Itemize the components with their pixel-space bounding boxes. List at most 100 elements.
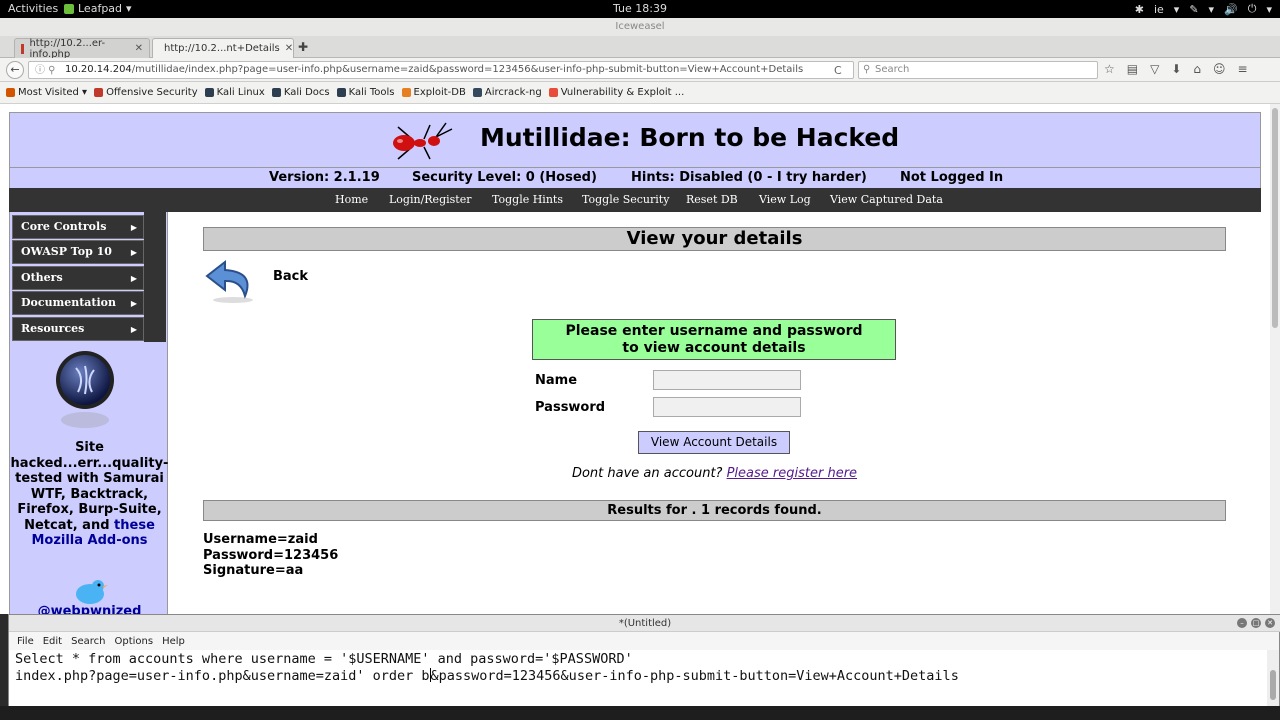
sidebar-item-others[interactable]: Others ▶ (12, 266, 144, 290)
system-tray[interactable]: ✱ ie ▾ ✎ ▾ 🔊 ⏻ ▾ (1135, 2, 1272, 16)
chevron-down-icon: ▾ (1173, 2, 1180, 16)
menu-view-log[interactable]: View Log (759, 193, 811, 206)
menu-edit[interactable]: Edit (43, 636, 62, 647)
chevron-down-icon: ▾ (1266, 2, 1272, 16)
version-label: Version: 2.1.19 (269, 170, 380, 185)
menu-search[interactable]: Search (71, 636, 105, 647)
bookmark-label: Kali Docs (283, 87, 330, 98)
sidebar-item-resources[interactable]: Resources ▶ (12, 317, 144, 341)
keyboard-layout-indicator[interactable]: ie (1154, 3, 1164, 16)
menu-login-register[interactable]: Login/Register (389, 193, 471, 206)
url-path: /mutillidae/index.php?page=user-info.php… (131, 64, 804, 75)
reading-list-icon[interactable]: ▤ (1127, 62, 1138, 76)
close-icon[interactable]: ✕ (285, 43, 293, 54)
activities-button[interactable]: Activities (8, 2, 58, 15)
tab-user-info[interactable]: http://10.2...er-info.php ✕ (14, 38, 150, 60)
downloads-icon[interactable]: ⬇ (1171, 62, 1181, 76)
bookmark-kali-docs[interactable]: Kali Docs (271, 87, 330, 98)
tab-account-details[interactable]: http://10.2...nt+Details ✕ (152, 38, 294, 58)
gnome-top-bar: Activities Leafpad ▾ Tue 18:39 ✱ ie ▾ ✎ … (0, 0, 1280, 18)
back-arrow-icon[interactable] (205, 258, 257, 304)
site-menu-bar: Home Login/Register Toggle Hints Toggle … (9, 188, 1261, 212)
chevron-right-icon: ▶ (130, 298, 137, 308)
form-instructions-line-1: Please enter username and password (565, 323, 863, 339)
menu-toggle-security[interactable]: Toggle Security (582, 193, 669, 206)
sidebar-menu-backdrop (144, 212, 166, 342)
volume-icon[interactable]: 🔊 (1224, 3, 1238, 16)
bookmarks-toolbar: Most Visited ▾ Offensive Security Kali L… (0, 82, 1280, 104)
url-host: 10.20.14.204 (65, 64, 132, 75)
result-signature: Signature=aa (203, 563, 304, 578)
menu-toggle-hints[interactable]: Toggle Hints (492, 193, 563, 206)
accessibility-icon[interactable]: ✱ (1135, 3, 1144, 16)
sidebar-item-core-controls[interactable]: Core Controls ▶ (12, 215, 144, 239)
close-icon[interactable]: ✕ (1265, 618, 1275, 628)
browser-title-bar: Iceweasel (0, 18, 1280, 36)
status-bar: Version: 2.1.19 Security Level: 0 (Hosed… (9, 168, 1261, 188)
bookmark-star-icon[interactable]: ☆ (1104, 62, 1115, 76)
menu-file[interactable]: File (17, 636, 34, 647)
sidebar-credits: Site hacked...err...quality-tested with … (10, 440, 169, 549)
twitter-handle-link[interactable]: @webpwnized (10, 604, 169, 614)
scrollbar-thumb[interactable] (1270, 670, 1276, 700)
bookmark-exploit-db[interactable]: Exploit-DB (401, 87, 466, 98)
back-link[interactable]: Back (273, 269, 308, 284)
power-icon[interactable]: ⏻ (1248, 2, 1257, 16)
home-icon[interactable]: ⌂ (1193, 62, 1201, 76)
view-account-details-button[interactable]: View Account Details (638, 431, 790, 454)
pocket-icon[interactable]: ▽ (1150, 62, 1159, 76)
close-icon[interactable]: ✕ (135, 43, 143, 54)
owasp-logo-icon[interactable] (52, 348, 118, 432)
bookmark-icon (548, 88, 558, 97)
bookmark-most-visited[interactable]: Most Visited ▾ (6, 87, 87, 98)
navigation-toolbar: ← ⓘ ⚲ 10.20.14.204/mutillidae/index.php?… (0, 58, 1280, 82)
menu-view-captured-data[interactable]: View Captured Data (830, 193, 943, 206)
app-menu-label: Leafpad (78, 2, 123, 15)
menu-help[interactable]: Help (162, 636, 185, 647)
sidebar-item-label: Others (21, 271, 63, 284)
back-button[interactable]: ← (6, 61, 24, 79)
sidebar-item-documentation[interactable]: Documentation ▶ (12, 291, 144, 315)
bookmark-vulnerability-exploit[interactable]: Vulnerability & Exploit ... (548, 87, 684, 98)
sidebar-item-label: Core Controls (21, 220, 107, 233)
clock[interactable]: Tue 18:39 (0, 2, 1280, 15)
leafpad-scrollbar[interactable] (1267, 650, 1279, 707)
register-prompt: Dont have an account? Please register he… (168, 466, 1261, 481)
bookmark-aircrack-ng[interactable]: Aircrack-ng (472, 87, 542, 98)
scrollbar-thumb[interactable] (1272, 108, 1278, 328)
name-input[interactable] (653, 370, 801, 390)
form-instructions: Please enter username and password to vi… (532, 319, 896, 360)
bookmark-label: Kali Tools (348, 87, 395, 98)
menu-reset-db[interactable]: Reset DB (686, 193, 738, 206)
register-link[interactable]: Please register here (727, 466, 857, 481)
bookmark-offensive-security[interactable]: Offensive Security (94, 87, 198, 98)
page-scrollbar[interactable] (1270, 104, 1280, 614)
search-input[interactable]: ⚲ Search (858, 61, 1098, 79)
chat-icon[interactable]: ☺ (1213, 62, 1226, 76)
window-controls: – □ ✕ (1237, 618, 1275, 628)
chevron-down-icon: ▾ (126, 2, 132, 15)
new-tab-button[interactable]: ✚ (298, 40, 308, 54)
sidebar-item-owasp-top-10[interactable]: OWASP Top 10 ▶ (12, 240, 144, 264)
page-info-icon[interactable]: ⓘ ⚲ (35, 63, 56, 78)
app-menu[interactable]: Leafpad ▾ (64, 2, 132, 15)
name-label: Name (535, 373, 578, 388)
url-bar[interactable]: ⓘ ⚲ 10.20.14.204/mutillidae/index.php?pa… (28, 61, 854, 79)
menu-icon[interactable]: ≡ (1238, 62, 1248, 76)
menu-options[interactable]: Options (114, 636, 153, 647)
site-header: Mutillidae: Born to be Hacked (9, 112, 1261, 168)
maximize-icon[interactable]: □ (1251, 618, 1261, 628)
bookmark-kali-linux[interactable]: Kali Linux (204, 87, 265, 98)
form-instructions-line-2: to view account details (622, 340, 806, 356)
password-input[interactable] (653, 397, 801, 417)
page-title: View your details (203, 227, 1226, 251)
minimize-icon[interactable]: – (1237, 618, 1247, 628)
network-icon[interactable]: ✎ (1189, 3, 1198, 16)
bookmark-kali-tools[interactable]: Kali Tools (336, 87, 395, 98)
reload-button[interactable]: C (834, 64, 842, 77)
register-prompt-text: Dont have an account? (571, 466, 723, 481)
menu-home[interactable]: Home (335, 193, 368, 206)
bookmark-icon (401, 88, 411, 97)
chevron-right-icon: ▶ (130, 247, 137, 257)
leafpad-text-area[interactable]: Select * from accounts where username = … (9, 650, 1269, 707)
